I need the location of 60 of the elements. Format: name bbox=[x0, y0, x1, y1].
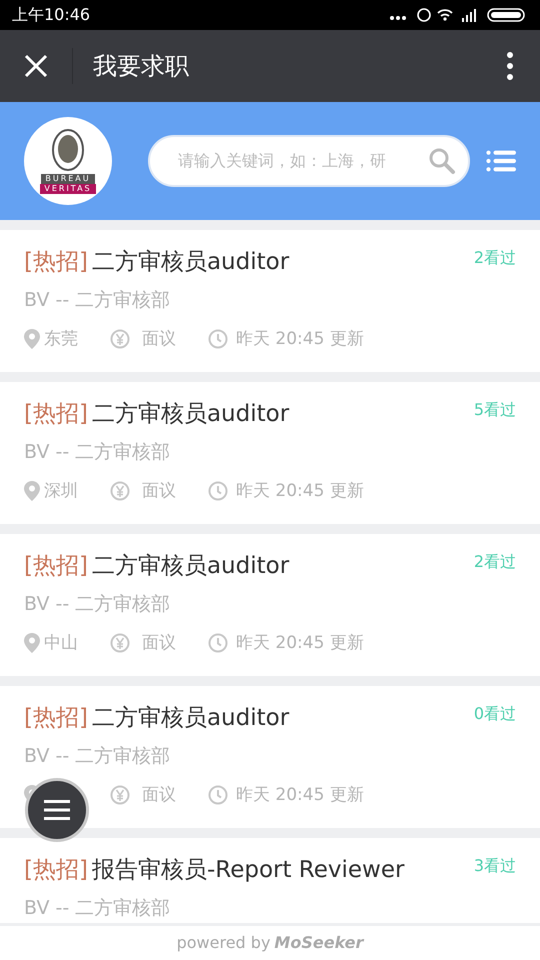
header-title: 我要求职 bbox=[93, 51, 190, 82]
search-icon bbox=[428, 147, 456, 175]
clock-icon bbox=[208, 481, 228, 502]
job-title: 二方审核员auditor bbox=[92, 552, 290, 581]
status-time: 上午10:46 bbox=[12, 4, 90, 26]
salary: 面议 bbox=[142, 784, 176, 806]
view-count: 2看过 bbox=[474, 247, 516, 269]
location-pin-icon bbox=[24, 633, 40, 654]
clock-icon bbox=[208, 329, 228, 350]
clock-icon bbox=[208, 633, 228, 654]
view-count: 2看过 bbox=[474, 551, 516, 573]
yen-icon bbox=[110, 785, 130, 806]
view-count: 0看过 bbox=[474, 703, 516, 725]
update-time: 昨天 20:45 更新 bbox=[236, 784, 364, 806]
job-card[interactable]: [热招] 二方审核员auditor 2看过 BV -- 二方审核部 东莞 面议 昨天 20:45 更新 bbox=[0, 230, 540, 372]
close-icon bbox=[24, 54, 48, 78]
view-count: 5看过 bbox=[474, 399, 516, 421]
hot-tag: [热招] bbox=[24, 854, 88, 886]
yen-icon bbox=[110, 633, 130, 654]
job-card[interactable]: [热招] 报告审核员-Report Reviewer 3看过 BV -- 二方审核部 bbox=[0, 838, 540, 922]
yen-icon bbox=[110, 481, 130, 502]
department: BV -- 二方审核部 bbox=[24, 744, 172, 769]
update-time: 昨天 20:45 更新 bbox=[236, 328, 364, 350]
search-input[interactable]: 请输入关键词，如：上海，研 bbox=[178, 149, 420, 173]
department: BV -- 二方审核部 bbox=[24, 288, 172, 313]
hot-tag: [热招] bbox=[24, 246, 88, 278]
salary: 面议 bbox=[142, 632, 176, 654]
powered-by-text: powered by bbox=[176, 932, 270, 954]
hot-tag: [热招] bbox=[24, 550, 88, 582]
more-icon bbox=[506, 51, 514, 81]
clock-icon bbox=[208, 785, 228, 806]
job-card[interactable]: [热招] 二方审核员auditor 2看过 BV -- 二方审核部 中山 面议 昨天 20:45 更新 bbox=[0, 534, 540, 676]
location: 中山 bbox=[44, 632, 78, 654]
location-pin-icon bbox=[24, 481, 40, 502]
brand-name: MoSeeker bbox=[274, 932, 364, 954]
salary: 面议 bbox=[142, 480, 176, 502]
view-count: 3看过 bbox=[474, 855, 516, 877]
job-title: 报告审核员-Report Reviewer bbox=[92, 856, 404, 885]
update-time: 昨天 20:45 更新 bbox=[236, 480, 364, 502]
department: BV -- 二方审核部 bbox=[24, 440, 172, 465]
location: 深圳 bbox=[44, 480, 78, 502]
logo-text: BUREAU bbox=[41, 174, 95, 184]
emblem-icon bbox=[51, 128, 85, 172]
department: BV -- 二方审核部 bbox=[24, 592, 172, 617]
location-pin-icon bbox=[24, 329, 40, 350]
update-time: 昨天 20:45 更新 bbox=[236, 632, 364, 654]
department: BV -- 二方审核部 bbox=[24, 896, 172, 921]
salary: 面议 bbox=[142, 328, 176, 350]
job-title: 二方审核员auditor bbox=[92, 400, 290, 429]
yen-icon bbox=[110, 329, 130, 350]
menu-icon bbox=[44, 799, 70, 821]
search-field[interactable]: 请输入关键词，如：上海，研 bbox=[148, 135, 470, 187]
job-card[interactable]: [热招] 二方审核员auditor 5看过 BV -- 二方审核部 深圳 面议 昨天 20:45 更新 bbox=[0, 382, 540, 524]
job-title: 二方审核员auditor bbox=[92, 704, 290, 733]
hot-tag: [热招] bbox=[24, 702, 88, 734]
location: 东莞 bbox=[44, 328, 78, 350]
job-card[interactable]: [热招] 二方审核员auditor 0看过 BV -- 二方审核部 面议 昨天 20:45 更新 bbox=[0, 686, 540, 828]
hot-tag: [热招] bbox=[24, 398, 88, 430]
job-title: 二方审核员auditor bbox=[92, 248, 290, 277]
logo-text: VERITAS bbox=[40, 184, 96, 194]
